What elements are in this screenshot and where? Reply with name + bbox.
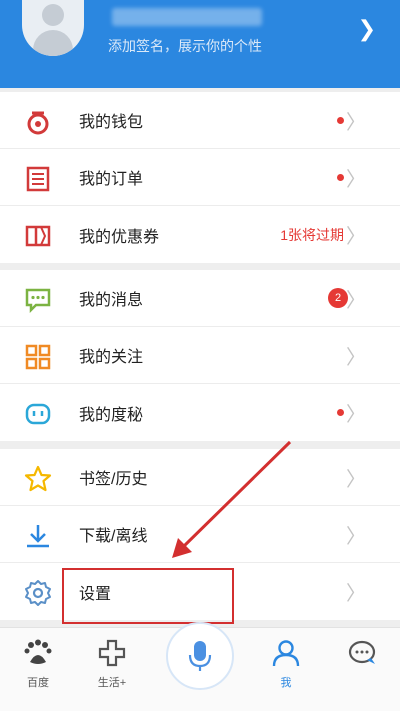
- menu-item-label: 书签/历史: [79, 471, 148, 488]
- profile-header[interactable]: 添加签名，展示你的个性 ❯: [0, 0, 400, 88]
- menu-item-wallet[interactable]: 我的钱包 〉: [0, 92, 400, 149]
- menu-item-label: 我的度秘: [79, 406, 144, 424]
- chevron-right-icon: 〉: [346, 226, 366, 248]
- menu-item-label: 下载/离线: [79, 528, 148, 545]
- menu-item-label: 我的优惠券: [79, 228, 160, 246]
- wallet-icon: [27, 111, 49, 135]
- settings-highlight-box: [62, 568, 234, 624]
- tab-label: 我: [280, 677, 292, 689]
- notification-dot: [337, 409, 344, 416]
- menu-item-bookmarks-history[interactable]: 书签/历史 〉: [0, 449, 400, 506]
- tab-life-plus[interactable]: 生活+: [82, 636, 142, 690]
- voice-search-button[interactable]: [166, 622, 234, 690]
- menu-item-messages[interactable]: 我的消息 2 〉: [0, 270, 400, 327]
- chevron-right-icon: 〉: [346, 404, 366, 426]
- menu-item-label: 我的关注: [79, 349, 144, 366]
- unread-badge: 2: [328, 288, 348, 308]
- notification-dot: [337, 173, 344, 181]
- chevron-right-icon: 〉: [346, 468, 366, 491]
- chevron-right-icon: 〉: [346, 346, 366, 369]
- star-icon: [24, 465, 52, 492]
- menu-item-downloads-offline[interactable]: 下载/离线 〉: [0, 506, 400, 563]
- menu-item-following[interactable]: 我的关注 〉: [0, 327, 400, 384]
- chat-bubble-icon: [348, 640, 376, 664]
- signature-text: 添加签名，展示你的个性: [108, 38, 262, 54]
- microphone-icon: [188, 641, 212, 671]
- tab-label: 生活+: [97, 677, 127, 689]
- username-blurred: [112, 8, 262, 26]
- chevron-right-icon: 〉: [346, 525, 366, 548]
- bottom-tab-bar: 百度 生活+ 我: [0, 622, 400, 711]
- tab-label: 百度: [27, 677, 49, 689]
- menu-item-orders[interactable]: 我的订单 〉: [0, 149, 400, 206]
- menu-group-1: 我的钱包 〉 我的订单 〉 我的优惠券 1张将过期 〉: [0, 92, 400, 263]
- tab-baidu[interactable]: 百度: [8, 636, 68, 690]
- avatar[interactable]: [22, 0, 84, 56]
- grid-icon: [25, 344, 51, 370]
- menu-item-label: 我的订单: [79, 171, 144, 188]
- menu-item-label: 我的消息: [79, 292, 144, 309]
- cross-life-icon: [98, 639, 126, 667]
- menu-group-2: 我的消息 2 〉 我的关注 〉 我的度秘 〉: [0, 270, 400, 441]
- coupon-icon: [25, 225, 51, 247]
- chevron-right-icon: 〉: [346, 111, 366, 134]
- notification-dot: [337, 116, 344, 124]
- message-icon: [25, 288, 51, 314]
- coupon-expiry-note: 1张将过期: [280, 226, 344, 243]
- tab-chat[interactable]: [332, 636, 392, 670]
- menu-item-dumi[interactable]: 我的度秘 〉: [0, 384, 400, 441]
- download-icon: [27, 525, 49, 548]
- person-icon: [272, 640, 300, 667]
- chevron-right-icon: 〉: [346, 168, 366, 191]
- robot-face-icon: [25, 403, 51, 425]
- menu-item-label: 我的钱包: [79, 114, 144, 131]
- baidu-paw-icon: [24, 639, 52, 664]
- chevron-right-icon[interactable]: ❯: [358, 16, 376, 42]
- chevron-right-icon: 〉: [346, 583, 366, 605]
- tab-me[interactable]: 我: [256, 636, 316, 690]
- menu-item-coupons[interactable]: 我的优惠券 1张将过期 〉: [0, 206, 400, 263]
- gear-icon: [25, 580, 51, 606]
- chevron-right-icon: 〉: [346, 289, 366, 312]
- order-list-icon: [26, 166, 50, 192]
